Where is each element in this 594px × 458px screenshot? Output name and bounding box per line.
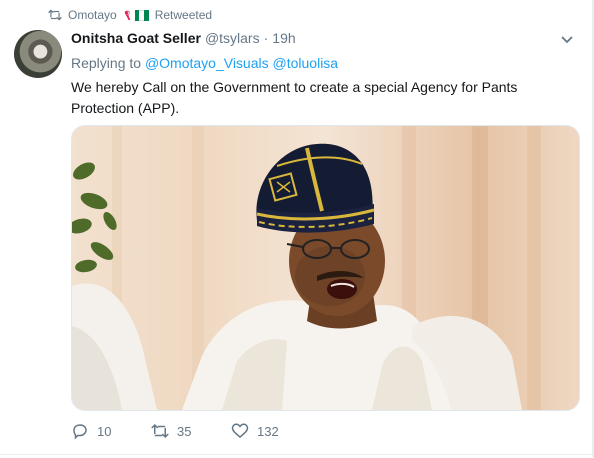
tweet-photo[interactable] [71, 125, 580, 411]
tweet-header: Onitsha Goat Seller @tsylars · 19h [71, 30, 296, 46]
replying-to: Replying to @Omotayo_Visuals @toluolisa [71, 55, 338, 71]
tweet-text: We hereby Call on the Government to crea… [71, 79, 518, 116]
reply-button[interactable]: 10 [71, 422, 151, 440]
replying-prefix: Replying to [71, 55, 142, 71]
timestamp[interactable]: 19h [272, 30, 295, 46]
author-name[interactable]: Onitsha Goat Seller [71, 30, 201, 46]
photo-illustration [72, 126, 541, 410]
chevron-down-icon[interactable] [560, 32, 574, 46]
like-count: 132 [257, 423, 279, 439]
tweet-actions: 10 35 132 [71, 422, 321, 440]
retweet-icon [151, 423, 169, 439]
retweet-count: 35 [177, 423, 192, 439]
retweet-button[interactable]: 35 [151, 422, 231, 440]
reply-icon [73, 424, 87, 440]
ribbon-icon [124, 10, 130, 20]
retweet-context: Omotayo Retweeted [48, 8, 212, 22]
like-button[interactable]: 132 [231, 422, 321, 440]
retweeter-name[interactable]: Omotayo [68, 8, 117, 22]
author-handle[interactable]: @tsylars [205, 30, 260, 46]
separator-dot: · [263, 30, 269, 46]
retweeted-label: Retweeted [154, 8, 213, 22]
tweet-divider [0, 454, 594, 458]
mention-link[interactable]: @Omotayo_Visuals [145, 55, 269, 71]
mention-link[interactable]: @toluolisa [273, 55, 339, 71]
heart-icon [231, 423, 249, 438]
nigeria-flag-icon [134, 9, 149, 21]
retweet-icon [48, 9, 62, 21]
tweet[interactable]: Omotayo Retweeted Onitsha Goat Seller @t… [0, 0, 594, 457]
flag-emoji [124, 9, 149, 21]
avatar[interactable] [14, 30, 62, 78]
reply-count: 10 [97, 423, 112, 439]
